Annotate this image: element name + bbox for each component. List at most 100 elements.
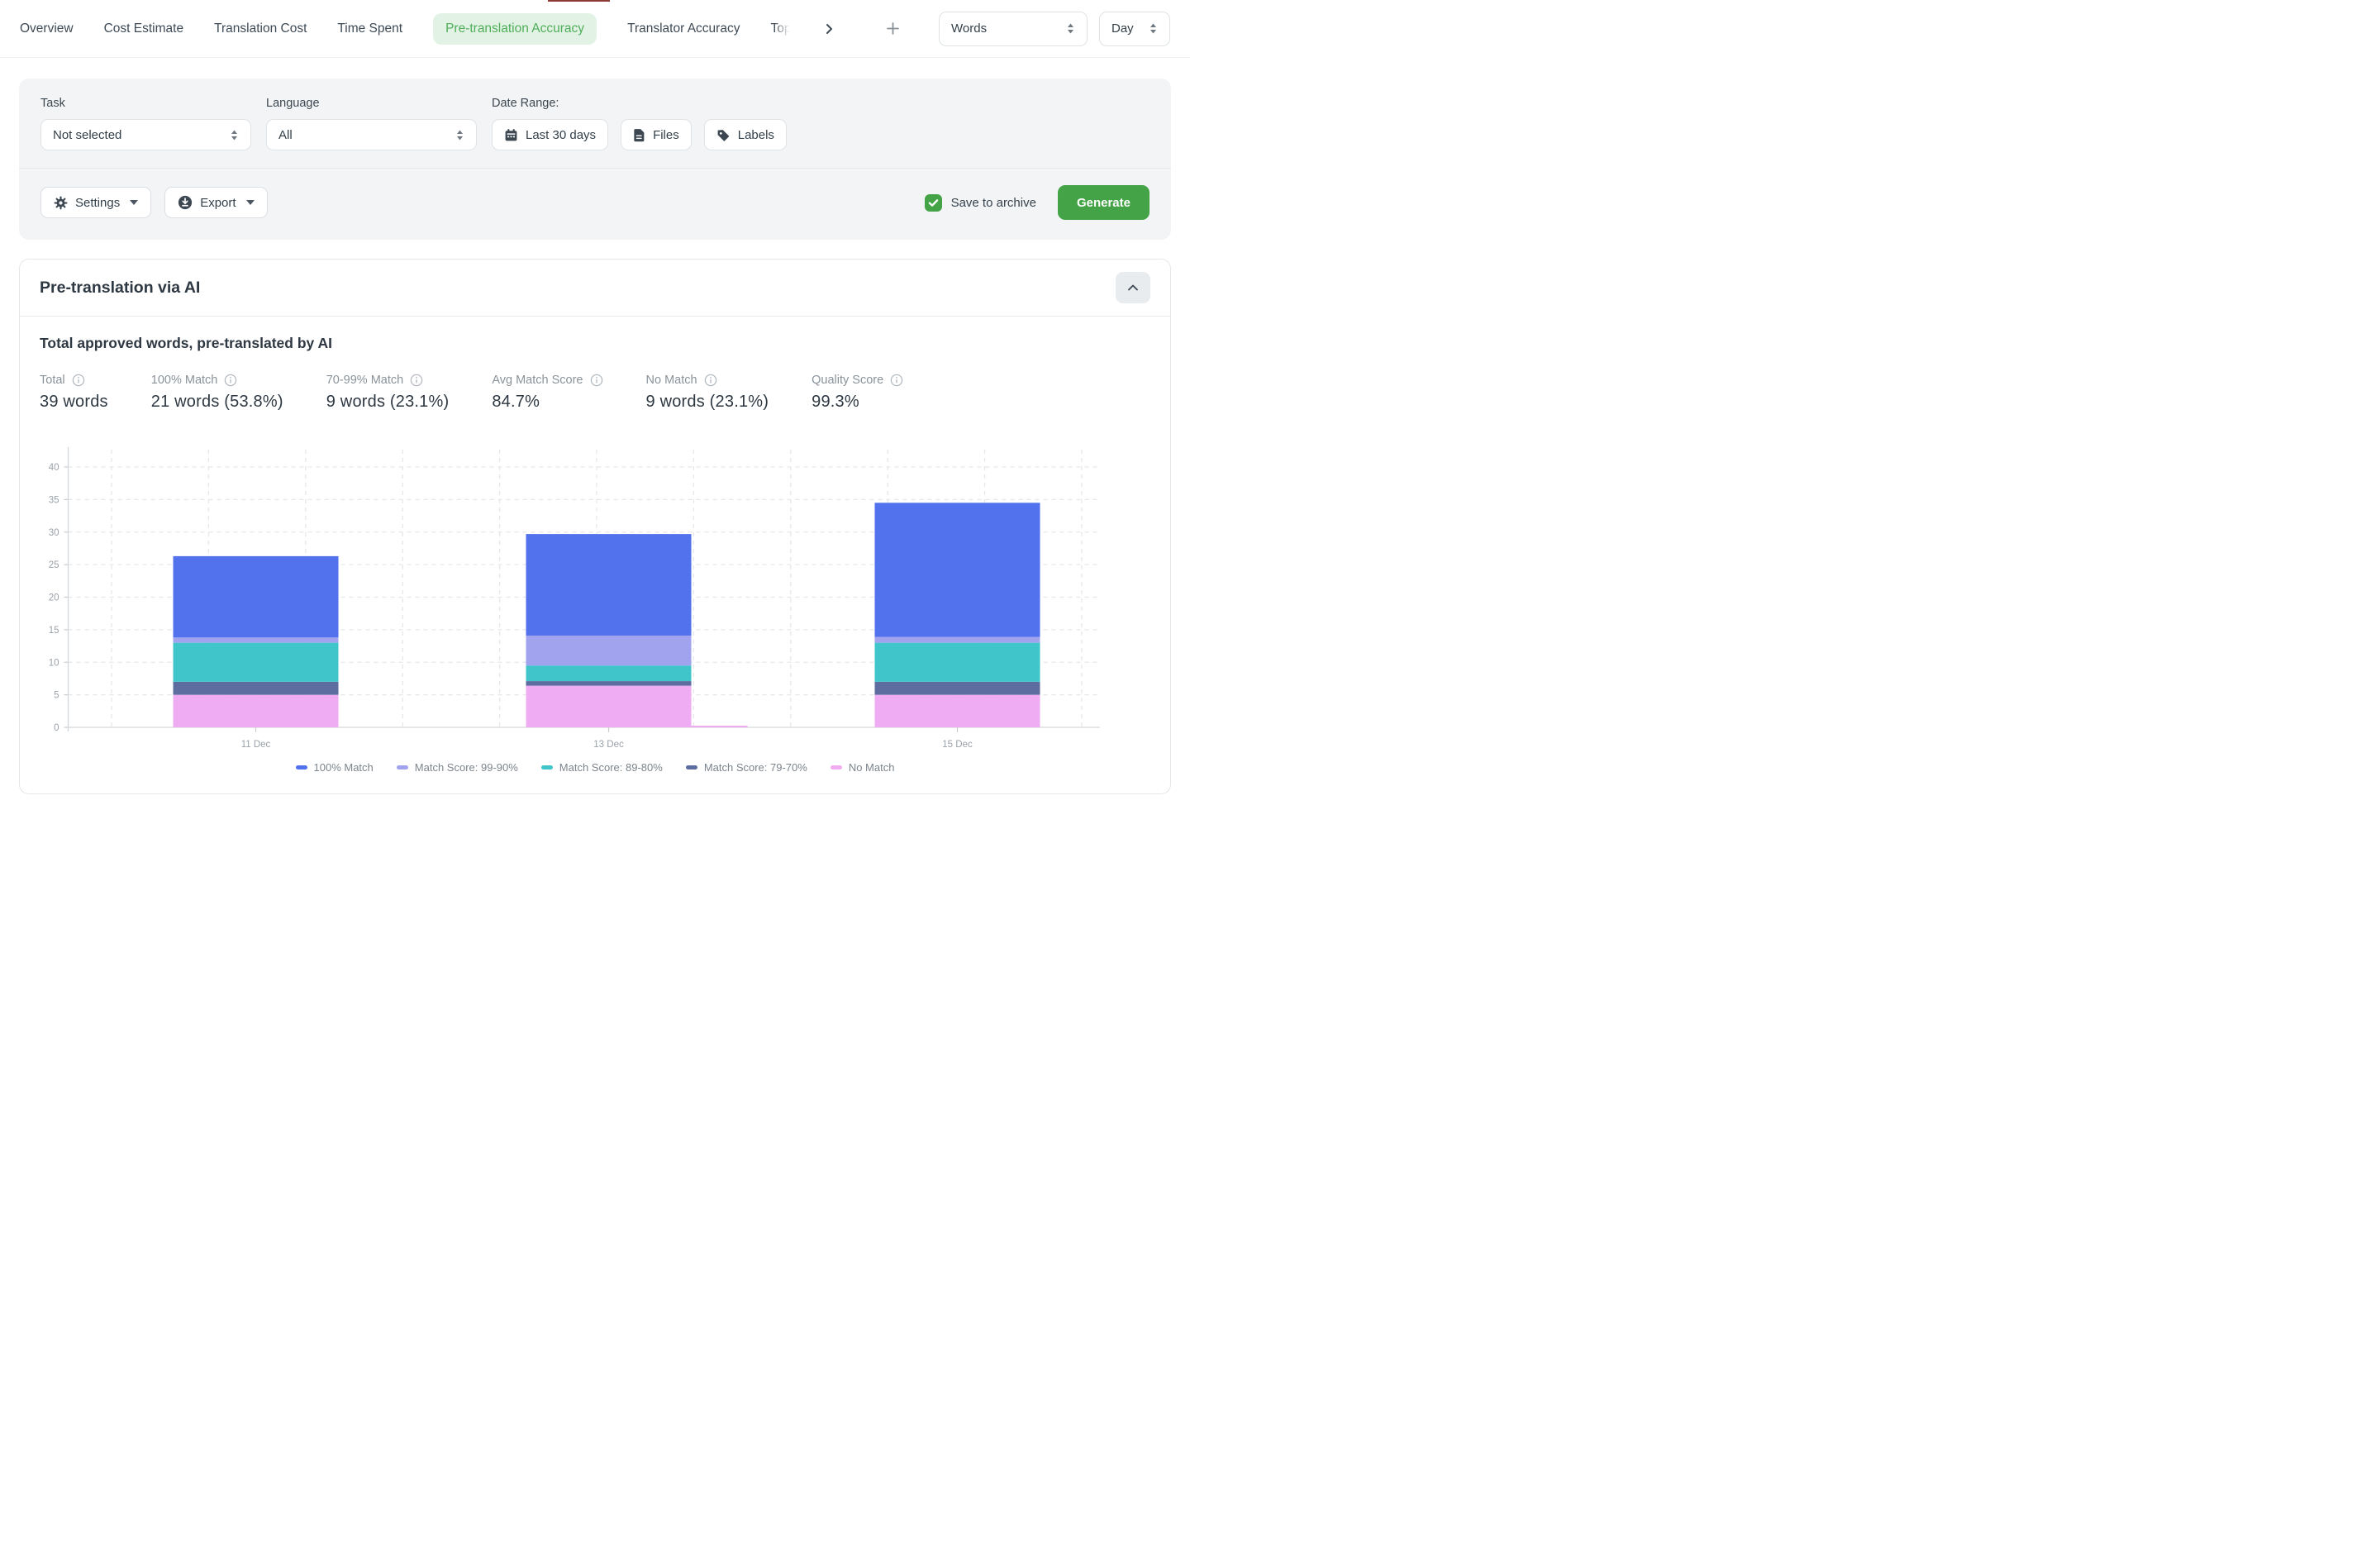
card-title: Pre-translation via AI xyxy=(40,279,200,298)
export-label: Export xyxy=(200,196,236,210)
legend-item-no-match[interactable]: No Match xyxy=(831,761,895,774)
stat-label: 70-99% Match xyxy=(326,374,404,387)
save-to-archive-checkbox[interactable]: Save to archive xyxy=(925,194,1036,212)
info-icon[interactable] xyxy=(890,374,903,387)
checkbox-checked xyxy=(925,194,942,212)
svg-text:15: 15 xyxy=(49,626,60,636)
legend-item-match-score-99-90-[interactable]: Match Score: 99-90% xyxy=(397,761,518,774)
caret-down-icon xyxy=(130,200,138,205)
task-label: Task xyxy=(40,97,251,110)
stat-label: No Match xyxy=(646,374,697,387)
chart-canvas: 051015202530354011 Dec13 Dec15 Dec xyxy=(40,433,1151,752)
info-icon[interactable] xyxy=(72,374,85,387)
svg-text:40: 40 xyxy=(49,463,60,473)
tab-translator-accuracy[interactable]: Translator Accuracy xyxy=(627,13,740,45)
legend-item-match-score-89-80-[interactable]: Match Score: 89-80% xyxy=(541,761,663,774)
stat-label: 100% Match xyxy=(151,374,218,387)
language-select-value: All xyxy=(278,128,293,142)
bar-segment[interactable] xyxy=(875,682,1040,695)
task-field: Task Not selected xyxy=(40,97,251,150)
date-range-value: Last 30 days xyxy=(526,128,596,142)
bar-segment[interactable] xyxy=(875,643,1040,682)
labels-button[interactable]: Labels xyxy=(704,119,787,150)
tabs-scroll-right-button[interactable] xyxy=(821,20,838,38)
sort-arrows-icon xyxy=(230,129,239,141)
stat-100-match: 100% Match 21 words (53.8%) xyxy=(151,374,283,412)
legend-label: 100% Match xyxy=(314,761,374,774)
svg-text:25: 25 xyxy=(49,560,60,570)
generate-button[interactable]: Generate xyxy=(1058,185,1150,220)
legend-swatch xyxy=(686,765,697,769)
legend-swatch xyxy=(397,765,408,769)
panel-divider xyxy=(19,168,1171,169)
bar-segment[interactable] xyxy=(526,665,692,681)
stat-value: 9 words (23.1%) xyxy=(326,393,450,412)
unit-select[interactable]: Words xyxy=(939,12,1088,46)
bar-segment[interactable] xyxy=(174,643,339,682)
add-tab-button[interactable] xyxy=(883,19,902,38)
bar-segment[interactable] xyxy=(174,682,339,695)
tab-time-spent[interactable]: Time Spent xyxy=(337,13,402,45)
plus-icon xyxy=(887,22,899,35)
stat-value: 99.3% xyxy=(812,393,903,412)
bar-segment[interactable] xyxy=(526,681,692,686)
bar-segment[interactable] xyxy=(174,637,339,642)
stat-label: Total xyxy=(40,374,65,387)
legend-item-100-match[interactable]: 100% Match xyxy=(296,761,374,774)
info-icon[interactable] xyxy=(224,374,237,387)
download-icon xyxy=(178,195,193,210)
chart-legend: 100% Match Match Score: 99-90% Match Score… xyxy=(40,761,1150,774)
svg-text:5: 5 xyxy=(54,691,59,701)
collapse-section-button[interactable] xyxy=(1116,272,1150,303)
stat-value: 84.7% xyxy=(492,393,602,412)
bar-segment[interactable] xyxy=(174,695,339,727)
bar-segment[interactable] xyxy=(526,686,692,727)
tab-translation-cost[interactable]: Translation Cost xyxy=(214,13,307,45)
sort-arrows-icon xyxy=(1066,22,1075,35)
sort-arrows-icon xyxy=(1149,22,1158,35)
tab-overview[interactable]: Overview xyxy=(20,13,74,45)
bar-segment[interactable] xyxy=(526,636,692,665)
stat-label: Quality Score xyxy=(812,374,883,387)
tab-pre-translation-accuracy[interactable]: Pre-translation Accuracy xyxy=(433,13,597,45)
filter-panel: Task Not selected Language All Date Rang… xyxy=(19,79,1171,240)
info-icon[interactable] xyxy=(410,374,423,387)
bar-segment[interactable] xyxy=(875,695,1040,727)
settings-label: Settings xyxy=(75,196,120,210)
bar-segment[interactable] xyxy=(875,503,1040,636)
language-select[interactable]: All xyxy=(266,119,477,150)
info-icon[interactable] xyxy=(704,374,717,387)
info-icon[interactable] xyxy=(590,374,603,387)
report-tab-bar: Overview Cost Estimate Translation Cost Tim… xyxy=(0,0,1190,58)
x-axis-label: 13 Dec xyxy=(593,740,624,750)
svg-text:30: 30 xyxy=(49,528,60,538)
svg-text:10: 10 xyxy=(49,658,60,668)
chevron-up-icon xyxy=(1127,283,1139,292)
bar-segment[interactable] xyxy=(526,534,692,636)
sort-arrows-icon xyxy=(455,129,464,141)
tab-cost-estimate[interactable]: Cost Estimate xyxy=(104,13,183,45)
date-range-label: Date Range: xyxy=(492,97,787,110)
gear-icon xyxy=(54,196,68,210)
caret-down-icon xyxy=(246,200,255,205)
legend-item-match-score-79-70-[interactable]: Match Score: 79-70% xyxy=(686,761,807,774)
date-range-button[interactable]: Last 30 days xyxy=(492,119,608,150)
period-select[interactable]: Day xyxy=(1099,12,1170,46)
task-select-value: Not selected xyxy=(53,128,121,142)
legend-label: No Match xyxy=(849,761,895,774)
labels-label: Labels xyxy=(738,128,774,142)
stat-no-match: No Match 9 words (23.1%) xyxy=(646,374,769,412)
files-button[interactable]: Files xyxy=(621,119,692,150)
chevron-right-icon xyxy=(825,23,835,35)
stat-70-99-match: 70-99% Match 9 words (23.1%) xyxy=(326,374,450,412)
export-button[interactable]: Export xyxy=(164,187,267,218)
chart-subtitle: Total approved words, pre-translated by … xyxy=(40,335,1150,352)
stat-value: 39 words xyxy=(40,393,108,412)
task-select[interactable]: Not selected xyxy=(40,119,251,150)
bar-segment[interactable] xyxy=(875,637,1040,643)
tab-overflow-truncated[interactable]: Top xyxy=(770,21,791,36)
header-selects: Words Day xyxy=(939,12,1170,46)
settings-button[interactable]: Settings xyxy=(40,187,151,218)
bar-segment[interactable] xyxy=(174,556,339,637)
svg-text:20: 20 xyxy=(49,593,60,603)
